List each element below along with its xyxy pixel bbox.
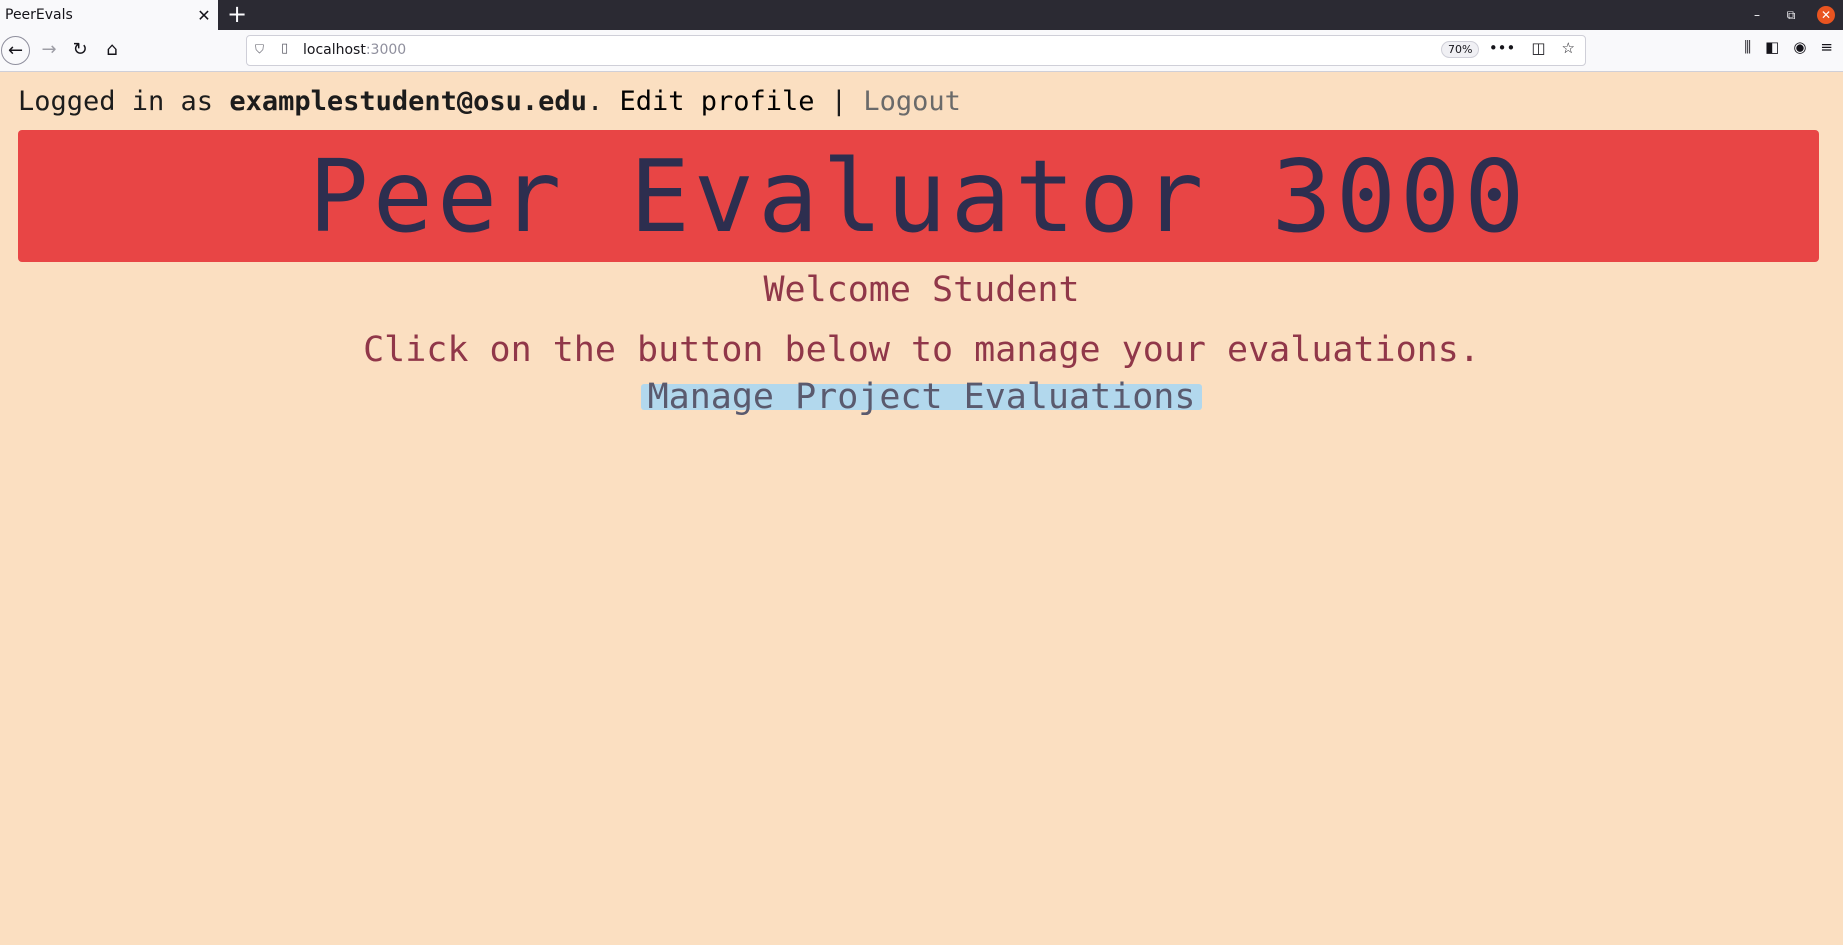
sidebar-icon[interactable]: ◧ — [1765, 38, 1779, 56]
tab-title: PeerEvals — [5, 7, 73, 23]
close-window-icon[interactable]: ✕ — [1817, 6, 1835, 24]
shield-icon[interactable]: ⛉ — [255, 42, 264, 57]
browser-toolbar-right: ⫼ ◧ ◉ ≡ — [1744, 38, 1833, 56]
account-icon[interactable]: ◉ — [1793, 38, 1806, 56]
zoom-level-badge[interactable]: 70% — [1441, 41, 1480, 58]
pipe-separator: | — [814, 86, 864, 117]
browser-tab-strip: PeerEvals ✕ + – ⧉ ✕ — [0, 0, 1843, 30]
tab-close-icon[interactable]: ✕ — [190, 6, 218, 25]
instructions-text: Click on the button below to manage your… — [363, 330, 1480, 370]
address-bar-actions: ••• ◫ ☆ — [1489, 39, 1575, 57]
pocket-icon[interactable]: ◫ — [1531, 39, 1545, 57]
logout-link[interactable]: Logout — [863, 86, 961, 117]
window-controls: – ⧉ ✕ — [1749, 0, 1835, 30]
manage-evaluations-button[interactable]: Manage Project Evaluations — [640, 380, 1203, 415]
back-arrow-icon[interactable]: ← — [1, 36, 30, 65]
app-title: Peer Evaluator 3000 — [308, 137, 1529, 255]
url-text[interactable]: localhost:3000 — [303, 42, 406, 58]
library-icon[interactable]: ⫼ — [1744, 38, 1751, 56]
url-port: :3000 — [365, 42, 407, 58]
browser-navigation-bar: ← → ↻ ⌂ ⛉ ▯ localhost:3000 70% ••• ◫ ☆ — [0, 30, 1843, 72]
logged-in-prefix: Logged in as — [18, 86, 230, 117]
bookmark-star-icon[interactable]: ☆ — [1562, 39, 1575, 57]
forward-arrow-icon[interactable]: → — [35, 36, 63, 64]
restore-icon[interactable]: ⧉ — [1783, 8, 1799, 23]
home-icon[interactable]: ⌂ — [98, 36, 126, 64]
separator-dot: . — [586, 86, 620, 117]
edit-profile-link[interactable]: Edit profile — [619, 86, 814, 117]
reload-icon[interactable]: ↻ — [66, 36, 94, 64]
address-bar[interactable]: ⛉ ▯ localhost:3000 70% ••• ◫ ☆ — [246, 35, 1586, 66]
url-host: localhost — [303, 42, 366, 58]
new-tab-button[interactable]: + — [225, 0, 249, 30]
button-container: Manage Project Evaluations — [0, 380, 1843, 415]
user-email: examplestudent@osu.edu — [229, 86, 587, 117]
app-banner: Peer Evaluator 3000 — [18, 130, 1819, 262]
page-icon: ▯ — [281, 41, 289, 56]
browser-tab[interactable]: PeerEvals ✕ — [0, 0, 218, 30]
user-status-line: Logged in as examplestudent@osu.edu. Edi… — [18, 86, 961, 117]
welcome-heading: Welcome Student — [763, 270, 1080, 310]
minimize-icon[interactable]: – — [1749, 8, 1765, 22]
more-actions-icon[interactable]: ••• — [1489, 39, 1516, 57]
menu-icon[interactable]: ≡ — [1820, 38, 1833, 56]
